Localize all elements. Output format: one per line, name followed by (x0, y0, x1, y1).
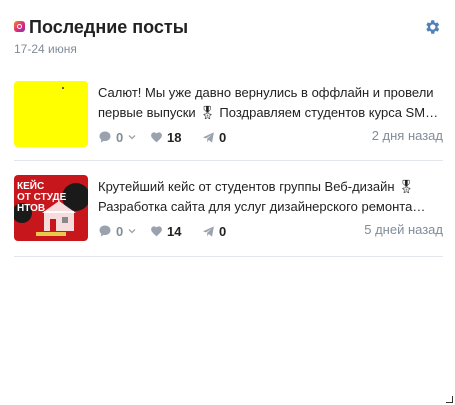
gear-icon[interactable] (423, 18, 441, 36)
share-icon (202, 131, 214, 143)
comments-button[interactable]: 0 (98, 222, 137, 240)
heart-icon (151, 131, 162, 142)
shares-count: 0 (219, 129, 227, 145)
comments-count: 0 (116, 129, 124, 145)
date-range: 17-24 июня (14, 42, 77, 56)
chevron-down-icon (128, 229, 136, 234)
post-text[interactable]: Крутейший кейс от студентов группы Веб-д… (98, 177, 443, 217)
instagram-icon (14, 21, 25, 32)
widget-header: Последние посты (14, 14, 441, 40)
share-icon (202, 225, 214, 237)
likes-button[interactable]: 14 (150, 222, 181, 240)
post-text[interactable]: Салют! Мы уже давно вернулись в оффлайн … (98, 83, 443, 123)
post-item[interactable]: Салют! Мы уже давно вернулись в оффлайн … (14, 81, 443, 159)
post-thumbnail[interactable] (14, 81, 88, 147)
divider (14, 256, 443, 257)
post-thumbnail[interactable]: КЕЙС ОТ СТУДЕ НТОВ (14, 175, 88, 241)
post-item[interactable]: КЕЙС ОТ СТУДЕ НТОВ Крутейший кейс от сту… (14, 175, 443, 253)
divider (14, 160, 443, 161)
svg-text:НТОВ: НТОВ (17, 203, 45, 214)
post-time: 2 дня назад (371, 128, 443, 143)
comment-icon (99, 131, 111, 143)
svg-text:ОТ СТУДЕ: ОТ СТУДЕ (17, 192, 67, 203)
heart-icon (151, 225, 162, 236)
comments-button[interactable]: 0 (98, 128, 137, 146)
thumbnail-artwork: КЕЙС ОТ СТУДЕ НТОВ (14, 179, 88, 236)
post-meta: 0 18 0 2 дня назад (98, 128, 443, 146)
shares-count: 0 (219, 223, 227, 239)
comments-count: 0 (116, 223, 124, 239)
post-meta: 0 14 0 5 дней назад (98, 222, 443, 240)
post-time: 5 дней назад (364, 222, 443, 237)
likes-button[interactable]: 18 (150, 128, 181, 146)
share-button[interactable]: 0 (202, 128, 226, 146)
share-button[interactable]: 0 (202, 222, 226, 240)
thumbnail-caption: КЕЙС (17, 179, 44, 192)
comment-icon (99, 225, 111, 237)
likes-count: 18 (167, 129, 182, 145)
likes-count: 14 (167, 223, 182, 239)
chevron-down-icon (128, 135, 136, 140)
widget-title: Последние посты (29, 17, 189, 37)
recent-posts-widget: Последние посты 17-24 июня Салют! Мы уже… (0, 0, 455, 405)
resize-handle[interactable] (446, 396, 453, 403)
